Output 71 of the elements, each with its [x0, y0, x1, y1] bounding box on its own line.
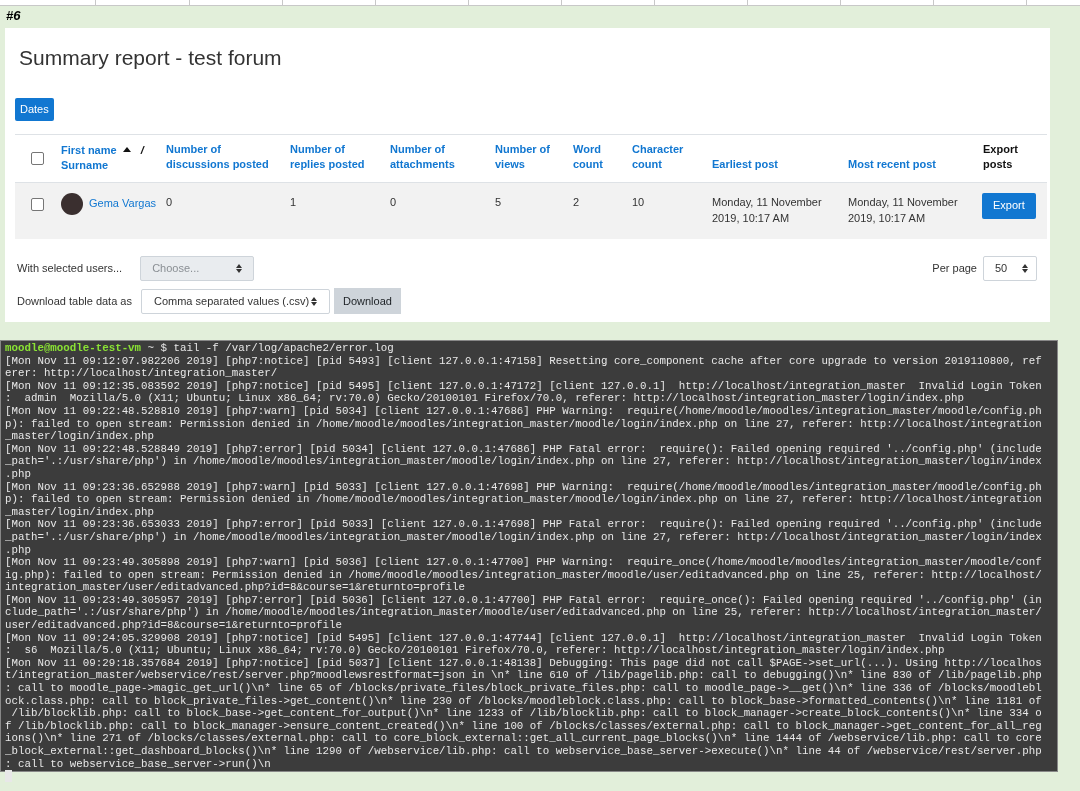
log-line: _path='.:/usr/share/php') in /home/moodle/moodles/integration_master/moodle/login/index.php on line 27, referer: http://localhost/integration_master/login/index [5, 455, 1043, 468]
column-header-link[interactable]: Number of views [495, 141, 567, 172]
table-cell: 1 [290, 195, 297, 208]
checkbox[interactable] [30, 198, 44, 212]
log-line: clude_path='.:/usr/share/php') in /home/moodle/moodles/integration_master/moodle/user/editadvanced.php on line 25, referer: http://localhost/integration_master/ [5, 606, 1043, 620]
per-page-select[interactable]: 50 [983, 256, 1037, 281]
column-header-link[interactable]: Number of replies posted [290, 141, 384, 172]
user-name-link[interactable]: Gema Vargas [89, 196, 157, 209]
log-line: integration_master/user/editadvanced.php?id=8&course=1&returnto=profile [5, 581, 467, 594]
log-line: .php [5, 467, 32, 481]
select-arrows-icon [1022, 264, 1028, 273]
table-cell: Monday, 11 November 2019, 10:17 AM [848, 195, 958, 224]
download-label: Download table data as [17, 293, 132, 309]
log-line: _path='.:/usr/share/php') in /home/moodle/moodles/integration_master/moodle/login/index.php on line 27, referer: http://localhost/integration_master/login/index [5, 530, 1043, 544]
column-header-link[interactable]: Character count [632, 141, 706, 172]
format-select[interactable]: Comma separated values (.csv) [140, 288, 330, 314]
log-line: : admin Mozilla/5.0 (X11; Ubuntu; Linux x86_64; rv:70.0) Gecko/20100101 Firefox/70.0, referer: http://localhost/integration_master/login/index.php [5, 392, 965, 405]
log-line: : call to webservice_base_server->run()\n [5, 757, 272, 771]
log-line: f /lib/blocklib.php: call to block_manager->ensure_content_created()\n* line 100 of /blocks/classes/external.php: call to block_manager->get_content_for_all_reg [5, 719, 1043, 733]
select-arrows-icon [310, 296, 317, 306]
table-cell: 5 [495, 195, 502, 208]
log-line: ions()\n* line 271 of /blocks/classes/external.php: call to core_block_external::get_all_current_page_blocks()\n* line 1444 of /webservice/lib.php: call to core [5, 732, 1043, 745]
log-line: : s6 Mozilla/5.0 (X11; Ubuntu; Linux x86_64; rv:70.0) Gecko/20100101 Firefox/70.0, referer: http://localhost/integration_master/login/index.php [5, 644, 946, 657]
first-name-sort-link[interactable]: First name [61, 144, 117, 156]
export-button[interactable]: Export [982, 192, 1036, 219]
log-line: /lib/blocklib.php: call to block_base->get_content_for_output()\n* line 1233 of /lib/blocklib.php: call to block_manager->create_block_contents()\n* line 334 o [10, 707, 1043, 720]
page-title: Summary report - test forum [19, 45, 283, 71]
log-line: _master/login/index.php [5, 430, 156, 443]
download-button[interactable]: Download [333, 288, 401, 314]
log-line: [Mon Nov 11 09:23:36.652988 2019] [php7:warn] [pid 5033] [client 127.0.0.1:47698] PHP Warning: require(/home/moodle/moodles/integration_master/moodle/config.ph [5, 480, 1043, 494]
log-line: _block_external::get_dashboard_blocks()\n* line 1290 of /webservice/lib.php: call to webservice_base_server->execute()\n* line 44 of /webservice/rest/server.php [5, 745, 1043, 758]
column-header-link[interactable]: Earliest post [712, 156, 842, 172]
log-line: p): failed to open stream: Permission denied in /home/moodle/moodles/integration_master/moodle/login/index.php on line 27, referer: http://localhost/integration [5, 493, 1043, 506]
table-cell: 10 [632, 195, 645, 208]
log-line: [Mon Nov 11 09:24:05.329908 2019] [php7:notice] [pid 5495] [client 127.0.0.1:47744] [client 127.0.0.1] http://localhost/integration_master Invalid Login Token [5, 631, 1043, 645]
column-header-link[interactable]: Most recent post [848, 156, 977, 172]
dates-button[interactable]: Dates [15, 97, 54, 121]
table-cell: 2 [573, 195, 580, 208]
log-line: [Mon Nov 11 09:22:48.528810 2019] [php7:warn] [pid 5034] [client 127.0.0.1:47686] PHP Warning: require(/home/moodle/moodles/integration_master/moodle/config.ph [5, 404, 1043, 418]
table-cell: 0 [166, 195, 173, 208]
table-cell: Monday, 11 November 2019, 10:17 AM [712, 195, 822, 224]
terminal-prompt: moodle@moodle-test-vm ~ $ tail -f /var/log/apache2/error.log [5, 342, 395, 355]
log-line: .php [5, 543, 32, 557]
with-selected-label: With selected users... [17, 261, 123, 277]
avatar [61, 192, 83, 215]
log-line: [Mon Nov 11 09:12:35.083592 2019] [php7:notice] [pid 5495] [client 127.0.0.1:47172] [client 127.0.0.1] http://localhost/integration_master Invalid Login Token [5, 379, 1043, 393]
log-line: [Mon Nov 11 09:23:36.653033 2019] [php7:error] [pid 5033] [client 127.0.0.1:47698] PHP Fatal error: require(): Failed opening required '../config.php' (include [5, 518, 1043, 531]
log-line: [Mon Nov 11 09:22:48.528849 2019] [php7:error] [pid 5034] [client 127.0.0.1:47686] PHP Fatal error: require(): Failed opening required '../config.php' (include [5, 442, 1043, 456]
log-line: : call to moodle_page->magic_get_url()\n* line 65 of /blocks/private_files/block_private_files.php: call to moodle_page->__get()\n* line 336 of /blocks/moodlebl [5, 682, 1043, 695]
per-page-label: Per page [932, 261, 977, 277]
log-line: ock.class.php: call to block_private_files->get_content()\n* line 230 of /blocks/moodleblock.class.php: call to block_base->formatted_contents()\n* line 1181 of [5, 694, 1043, 708]
surname-sort-link[interactable]: Surname [61, 159, 109, 171]
log-line: [Mon Nov 11 09:23:49.305898 2019] [php7:warn] [pid 5036] [client 127.0.0.1:47700] PHP Warning: require_once(/home/moodle/moodles/integration_master/moodle/conf [5, 556, 1043, 569]
column-header-link[interactable]: Word count [573, 141, 626, 172]
log-line: ig.php): failed to open stream: Permission denied in /home/moodle/moodles/integration_master/moodle/user/editadvanced.php on line 25, referer: http://localhost/ [5, 568, 1043, 582]
log-line: [Mon Nov 11 09:29:18.357684 2019] [php7:notice] [pid 5037] [client 127.0.0.1:48138] Debugging: This page did not call $PAGE->set_url(...). Using http://localhos [5, 656, 1043, 670]
column-header-link[interactable]: Number of discussions posted [166, 141, 284, 172]
log-line: p): failed to open stream: Permission denied in /home/moodle/moodles/integration_master/moodle/login/index.php on line 27, referer: http://localhost/integration [5, 417, 1043, 431]
table-cell: 0 [390, 195, 397, 208]
log-line: user/editadvanced.php?id=8&course=1&returnto=profile [5, 619, 343, 632]
checkbox[interactable] [30, 152, 44, 166]
column-header-link[interactable]: Number of attachments [390, 141, 489, 172]
column-header: Export posts [983, 141, 1019, 172]
cell-label: #6 [6, 7, 21, 26]
separator: / [140, 144, 144, 156]
log-line: erer: http://localhost/integration_master/ [5, 367, 279, 380]
log-line: [Mon Nov 11 09:12:07.982206 2019] [php7:notice] [pid 5493] [client 127.0.0.1:47158] Resetting core_component cache after core upgrade to version 2019110800, ref [5, 354, 1043, 368]
log-line: _master/login/index.php [5, 505, 156, 519]
log-line: [Mon Nov 11 09:23:49.305957 2019] [php7:error] [pid 5036] [client 127.0.0.1:47700] PHP Fatal error: require_once(): Failed opening required '../config.php' (in [5, 593, 1043, 607]
log-line: t/integration_master/webservice/rest/server.php?moodlewsrestformat=json in \n* line 610 of /lib/pagelib.php: call to debugging()\n* line 830 of /lib/pagelib.php [5, 669, 1043, 683]
select-arrows-icon [236, 264, 243, 273]
